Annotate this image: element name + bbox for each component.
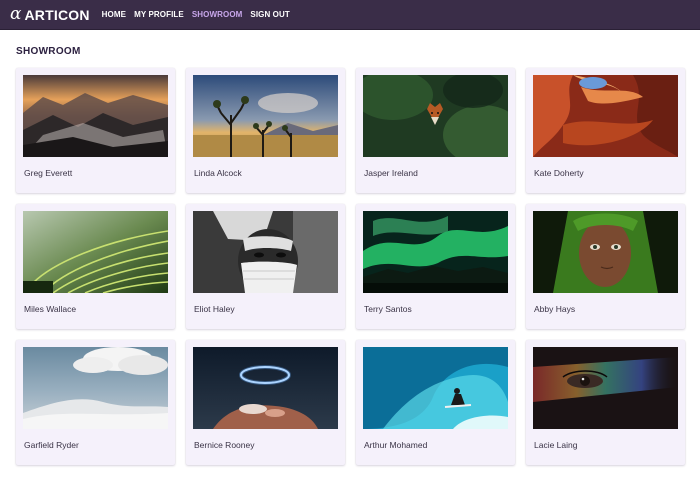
artist-name: Linda Alcock — [194, 168, 242, 178]
artist-name: Garfield Ryder — [24, 440, 79, 450]
page-title: SHOWROOM — [16, 46, 81, 57]
masked-face-bw-image[interactable] — [193, 211, 338, 293]
artwork-card[interactable]: Greg Everett — [16, 68, 175, 193]
top-navbar: α ARTICON HOME MY PROFILE SHOWROOM SIGN … — [0, 0, 700, 30]
artist-name: Bernice Rooney — [194, 440, 255, 450]
nav-link-my-profile[interactable]: MY PROFILE — [134, 10, 184, 19]
artwork-card[interactable]: Terry Santos — [356, 204, 515, 329]
artwork-card[interactable]: Eliot Haley — [186, 204, 345, 329]
surfer-wave-image[interactable] — [363, 347, 508, 429]
alpha-logo-icon: α — [10, 4, 22, 24]
red-canyon-image[interactable] — [533, 75, 678, 157]
artist-name: Terry Santos — [364, 304, 412, 314]
brand-logo[interactable]: α ARTICON — [10, 6, 90, 23]
artwork-grid: Greg Everett Linda Alcock Jasper Ireland… — [16, 68, 685, 465]
artwork-card[interactable]: Lacie Laing — [526, 340, 685, 465]
artist-name: Lacie Laing — [534, 440, 578, 450]
artist-name: Arthur Mohamed — [364, 440, 428, 450]
aurora-borealis-image[interactable] — [363, 211, 508, 293]
artwork-card[interactable]: Abby Hays — [526, 204, 685, 329]
nav-link-home[interactable]: HOME — [102, 10, 126, 19]
artwork-card[interactable]: Miles Wallace — [16, 204, 175, 329]
artist-name: Miles Wallace — [24, 304, 77, 314]
artist-name: Abby Hays — [534, 304, 576, 314]
joshua-tree-desert-image[interactable] — [193, 75, 338, 157]
girl-green-scarf-image[interactable] — [533, 211, 678, 293]
artwork-card[interactable]: Arthur Mohamed — [356, 340, 515, 465]
nav-link-showroom[interactable]: SHOWROOM — [192, 10, 243, 19]
brand-name: ARTICON — [24, 6, 90, 23]
artwork-card[interactable]: Jasper Ireland — [356, 68, 515, 193]
white-dunes-clouds-image[interactable] — [23, 347, 168, 429]
artist-name: Eliot Haley — [194, 304, 235, 314]
rice-terraces-image[interactable] — [23, 211, 168, 293]
artist-name: Jasper Ireland — [364, 168, 418, 178]
mountain-sunset-image[interactable] — [23, 75, 168, 157]
artwork-card[interactable]: Bernice Rooney — [186, 340, 345, 465]
artist-name: Kate Doherty — [534, 168, 584, 178]
artist-name: Greg Everett — [24, 168, 73, 178]
glowing-ring-scene-image[interactable] — [193, 347, 338, 429]
artwork-card[interactable]: Kate Doherty — [526, 68, 685, 193]
eye-rainbow-light-image[interactable] — [533, 347, 678, 429]
fox-in-foliage-image[interactable] — [363, 75, 508, 157]
artwork-card[interactable]: Garfield Ryder — [16, 340, 175, 465]
artwork-card[interactable]: Linda Alcock — [186, 68, 345, 193]
nav-link-sign-out[interactable]: SIGN OUT — [250, 10, 289, 19]
